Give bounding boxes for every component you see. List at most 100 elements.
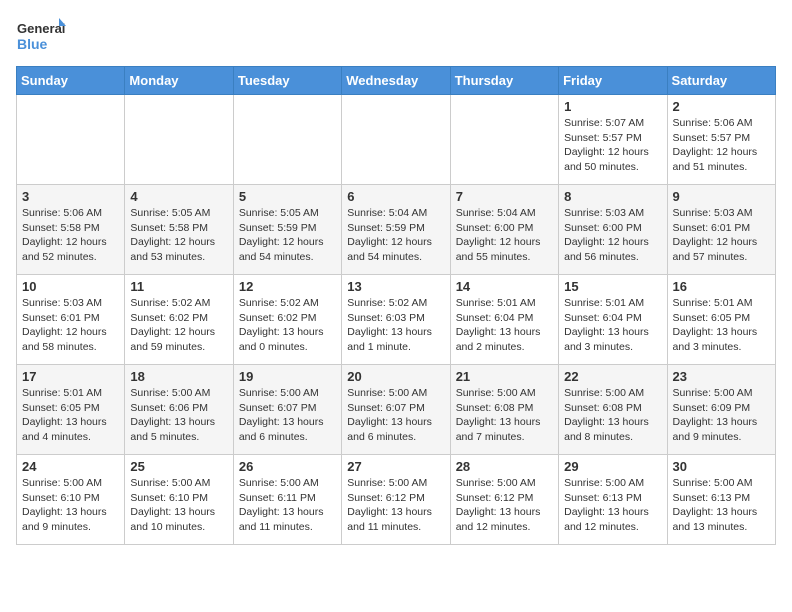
column-header-friday: Friday <box>559 67 667 95</box>
day-number: 17 <box>22 369 119 384</box>
day-info: Sunrise: 5:04 AM Sunset: 6:00 PM Dayligh… <box>456 206 553 265</box>
calendar-cell: 27 Sunrise: 5:00 AM Sunset: 6:12 PM Dayli… <box>342 455 450 545</box>
day-number: 18 <box>130 369 227 384</box>
day-number: 2 <box>673 99 770 114</box>
calendar-cell <box>342 95 450 185</box>
day-info: Sunrise: 5:07 AM Sunset: 5:57 PM Dayligh… <box>564 116 661 175</box>
day-info: Sunrise: 5:00 AM Sunset: 6:07 PM Dayligh… <box>347 386 444 445</box>
calendar-cell: 20 Sunrise: 5:00 AM Sunset: 6:07 PM Dayli… <box>342 365 450 455</box>
column-header-tuesday: Tuesday <box>233 67 341 95</box>
day-info: Sunrise: 5:00 AM Sunset: 6:12 PM Dayligh… <box>456 476 553 535</box>
day-info: Sunrise: 5:06 AM Sunset: 5:58 PM Dayligh… <box>22 206 119 265</box>
day-number: 9 <box>673 189 770 204</box>
day-info: Sunrise: 5:05 AM Sunset: 5:58 PM Dayligh… <box>130 206 227 265</box>
calendar: SundayMondayTuesdayWednesdayThursdayFrid… <box>16 66 776 545</box>
calendar-cell: 7 Sunrise: 5:04 AM Sunset: 6:00 PM Daylig… <box>450 185 558 275</box>
calendar-cell: 12Sunrise: 5:02 AM Sunset: 6:02 PM Dayli… <box>233 275 341 365</box>
day-number: 19 <box>239 369 336 384</box>
calendar-week-1: 1 Sunrise: 5:07 AM Sunset: 5:57 PM Daylig… <box>17 95 776 185</box>
calendar-cell: 14Sunrise: 5:01 AM Sunset: 6:04 PM Dayli… <box>450 275 558 365</box>
day-info: Sunrise: 5:00 AM Sunset: 6:08 PM Dayligh… <box>456 386 553 445</box>
day-info: Sunrise: 5:00 AM Sunset: 6:12 PM Dayligh… <box>347 476 444 535</box>
calendar-cell: 2 Sunrise: 5:06 AM Sunset: 5:57 PM Daylig… <box>667 95 775 185</box>
column-header-wednesday: Wednesday <box>342 67 450 95</box>
day-info: Sunrise: 5:01 AM Sunset: 6:04 PM Dayligh… <box>564 296 661 355</box>
day-number: 6 <box>347 189 444 204</box>
day-number: 11 <box>130 279 227 294</box>
column-header-monday: Monday <box>125 67 233 95</box>
calendar-cell: 30Sunrise: 5:00 AM Sunset: 6:13 PM Dayli… <box>667 455 775 545</box>
day-number: 4 <box>130 189 227 204</box>
calendar-cell: 16 Sunrise: 5:01 AM Sunset: 6:05 PM Dayli… <box>667 275 775 365</box>
calendar-cell <box>233 95 341 185</box>
day-info: Sunrise: 5:01 AM Sunset: 6:05 PM Dayligh… <box>22 386 119 445</box>
calendar-cell: 10 Sunrise: 5:03 AM Sunset: 6:01 PM Dayli… <box>17 275 125 365</box>
day-number: 13 <box>347 279 444 294</box>
day-info: Sunrise: 5:04 AM Sunset: 5:59 PM Dayligh… <box>347 206 444 265</box>
column-header-thursday: Thursday <box>450 67 558 95</box>
calendar-cell: 9 Sunrise: 5:03 AM Sunset: 6:01 PM Daylig… <box>667 185 775 275</box>
day-number: 30 <box>673 459 770 474</box>
day-number: 15 <box>564 279 661 294</box>
day-info: Sunrise: 5:00 AM Sunset: 6:09 PM Dayligh… <box>673 386 770 445</box>
day-info: Sunrise: 5:02 AM Sunset: 6:02 PM Dayligh… <box>239 296 336 355</box>
calendar-cell: 6 Sunrise: 5:04 AM Sunset: 5:59 PM Daylig… <box>342 185 450 275</box>
day-info: Sunrise: 5:02 AM Sunset: 6:03 PM Dayligh… <box>347 296 444 355</box>
day-info: Sunrise: 5:06 AM Sunset: 5:57 PM Dayligh… <box>673 116 770 175</box>
calendar-week-3: 10 Sunrise: 5:03 AM Sunset: 6:01 PM Dayli… <box>17 275 776 365</box>
day-number: 8 <box>564 189 661 204</box>
day-info: Sunrise: 5:05 AM Sunset: 5:59 PM Dayligh… <box>239 206 336 265</box>
day-number: 7 <box>456 189 553 204</box>
calendar-cell: 17 Sunrise: 5:01 AM Sunset: 6:05 PM Dayli… <box>17 365 125 455</box>
calendar-cell: 22 Sunrise: 5:00 AM Sunset: 6:08 PM Dayli… <box>559 365 667 455</box>
day-info: Sunrise: 5:00 AM Sunset: 6:08 PM Dayligh… <box>564 386 661 445</box>
day-info: Sunrise: 5:02 AM Sunset: 6:02 PM Dayligh… <box>130 296 227 355</box>
calendar-cell: 8 Sunrise: 5:03 AM Sunset: 6:00 PM Daylig… <box>559 185 667 275</box>
day-number: 27 <box>347 459 444 474</box>
day-info: Sunrise: 5:03 AM Sunset: 6:01 PM Dayligh… <box>673 206 770 265</box>
day-info: Sunrise: 5:00 AM Sunset: 6:10 PM Dayligh… <box>130 476 227 535</box>
day-number: 29 <box>564 459 661 474</box>
calendar-cell: 29 Sunrise: 5:00 AM Sunset: 6:13 PM Dayli… <box>559 455 667 545</box>
calendar-cell: 19 Sunrise: 5:00 AM Sunset: 6:07 PM Dayli… <box>233 365 341 455</box>
calendar-cell: 25Sunrise: 5:00 AM Sunset: 6:10 PM Dayli… <box>125 455 233 545</box>
calendar-cell: 21 Sunrise: 5:00 AM Sunset: 6:08 PM Dayli… <box>450 365 558 455</box>
logo-svg: General Blue <box>16 16 66 56</box>
day-info: Sunrise: 5:00 AM Sunset: 6:06 PM Dayligh… <box>130 386 227 445</box>
day-number: 23 <box>673 369 770 384</box>
day-info: Sunrise: 5:01 AM Sunset: 6:05 PM Dayligh… <box>673 296 770 355</box>
day-number: 26 <box>239 459 336 474</box>
day-number: 24 <box>22 459 119 474</box>
calendar-cell: 5Sunrise: 5:05 AM Sunset: 5:59 PM Daylig… <box>233 185 341 275</box>
day-number: 21 <box>456 369 553 384</box>
calendar-cell: 1 Sunrise: 5:07 AM Sunset: 5:57 PM Daylig… <box>559 95 667 185</box>
page-header: General Blue <box>16 16 776 56</box>
day-info: Sunrise: 5:00 AM Sunset: 6:11 PM Dayligh… <box>239 476 336 535</box>
day-info: Sunrise: 5:00 AM Sunset: 6:13 PM Dayligh… <box>564 476 661 535</box>
calendar-cell <box>450 95 558 185</box>
day-number: 20 <box>347 369 444 384</box>
logo: General Blue <box>16 16 66 56</box>
calendar-week-2: 3Sunrise: 5:06 AM Sunset: 5:58 PM Daylig… <box>17 185 776 275</box>
calendar-cell: 11 Sunrise: 5:02 AM Sunset: 6:02 PM Dayli… <box>125 275 233 365</box>
day-number: 16 <box>673 279 770 294</box>
calendar-week-5: 24 Sunrise: 5:00 AM Sunset: 6:10 PM Dayli… <box>17 455 776 545</box>
calendar-cell: 18 Sunrise: 5:00 AM Sunset: 6:06 PM Dayli… <box>125 365 233 455</box>
calendar-cell: 13 Sunrise: 5:02 AM Sunset: 6:03 PM Dayli… <box>342 275 450 365</box>
calendar-week-4: 17 Sunrise: 5:01 AM Sunset: 6:05 PM Dayli… <box>17 365 776 455</box>
day-number: 22 <box>564 369 661 384</box>
day-info: Sunrise: 5:03 AM Sunset: 6:01 PM Dayligh… <box>22 296 119 355</box>
day-info: Sunrise: 5:03 AM Sunset: 6:00 PM Dayligh… <box>564 206 661 265</box>
day-number: 10 <box>22 279 119 294</box>
calendar-cell <box>17 95 125 185</box>
svg-text:General: General <box>17 21 65 36</box>
calendar-cell: 26 Sunrise: 5:00 AM Sunset: 6:11 PM Dayli… <box>233 455 341 545</box>
day-info: Sunrise: 5:00 AM Sunset: 6:07 PM Dayligh… <box>239 386 336 445</box>
calendar-header-row: SundayMondayTuesdayWednesdayThursdayFrid… <box>17 67 776 95</box>
calendar-cell: 28Sunrise: 5:00 AM Sunset: 6:12 PM Dayli… <box>450 455 558 545</box>
day-number: 1 <box>564 99 661 114</box>
column-header-sunday: Sunday <box>17 67 125 95</box>
day-info: Sunrise: 5:01 AM Sunset: 6:04 PM Dayligh… <box>456 296 553 355</box>
calendar-cell: 23 Sunrise: 5:00 AM Sunset: 6:09 PM Dayli… <box>667 365 775 455</box>
svg-text:Blue: Blue <box>17 36 48 52</box>
